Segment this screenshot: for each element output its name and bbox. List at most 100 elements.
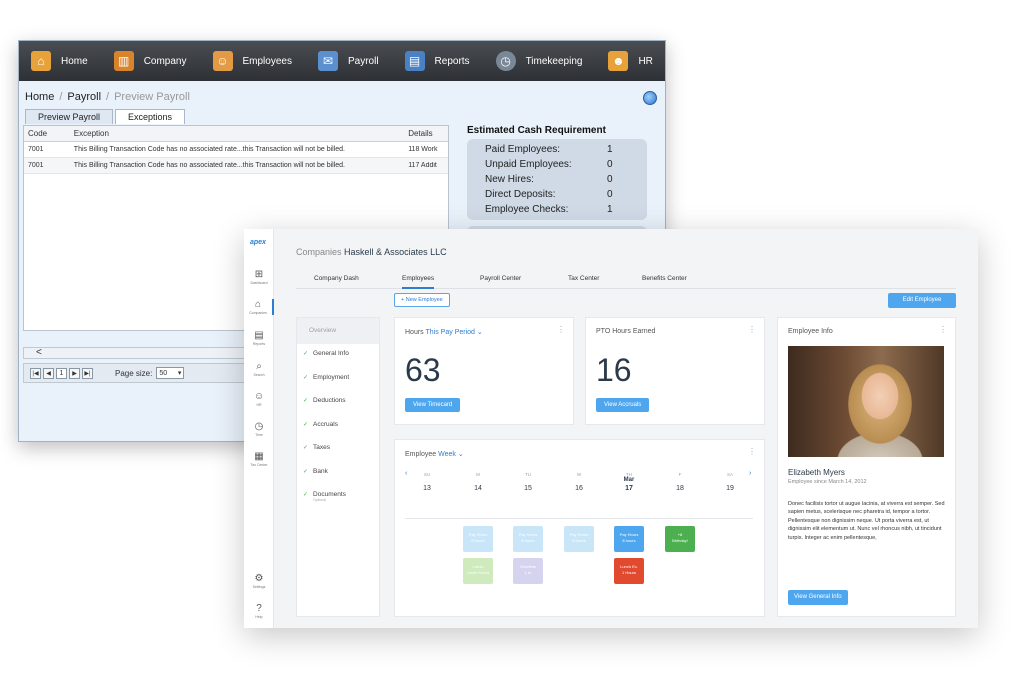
chevron-right-icon[interactable]: › <box>749 470 751 477</box>
view-timecard-button[interactable]: View Timecard <box>405 398 461 412</box>
check-icon: ✓ <box>303 492 309 498</box>
calendar-day[interactable]: TU 15 <box>513 472 543 492</box>
tab-exceptions[interactable]: Exceptions <box>115 109 186 124</box>
tab-payroll-center[interactable]: Payroll Center <box>480 275 521 282</box>
employee-photo <box>788 346 944 457</box>
calendar-day[interactable]: SU 13 <box>412 472 442 492</box>
calendar-event[interactable]: Overtime 1 hr <box>513 558 543 584</box>
nav-company[interactable]: ▥ Company <box>113 51 187 71</box>
sidebar-item-companies[interactable]: ⌂ Companies <box>244 299 274 315</box>
sidebar-item-dashboard[interactable]: ⊞ Dashboard <box>244 269 274 285</box>
nav-hr[interactable]: ☻ HR <box>608 51 653 71</box>
step-general-info[interactable]: ✓ General Info <box>297 344 379 368</box>
new-employee-button[interactable]: + New Employee <box>394 293 450 307</box>
chevron-down-icon: ▾ <box>177 370 182 377</box>
step-documents[interactable]: ✓ Documents Optional <box>297 485 379 509</box>
apex-logo[interactable]: apex <box>250 239 266 246</box>
sidebar-item-search[interactable]: ⌕ Search <box>244 361 274 377</box>
cell-exception: This Billing Transaction Code has no ass… <box>73 162 345 169</box>
next-page-icon[interactable]: ▶ <box>69 367 80 379</box>
clock-icon: ◷ <box>495 51 516 71</box>
page-number[interactable]: 1 <box>56 367 67 379</box>
calendar-event[interactable]: Lunch Ex. 1 Hours <box>614 558 644 584</box>
calendar-day[interactable]: W 16 <box>564 472 594 492</box>
calendar-event[interactable]: +8 Birthday! <box>665 526 695 552</box>
breadcrumb-home[interactable]: Home <box>25 91 54 103</box>
people-icon: ☺ <box>212 51 233 71</box>
nav-reports[interactable]: ▤ Reports <box>404 51 470 71</box>
sidebar-item-help[interactable]: ? Help <box>244 603 274 619</box>
view-general-info-button[interactable]: View General Info <box>788 590 848 605</box>
sidebar-item-settings[interactable]: ⚙ Settings <box>244 573 274 589</box>
sidebar-item-time[interactable]: ◷ Time <box>244 421 274 437</box>
calendar-event[interactable]: Pay Hours 8 hours <box>463 526 493 552</box>
step-bank[interactable]: ✓ Bank <box>297 462 379 486</box>
header-details[interactable]: Details <box>404 129 448 138</box>
employee-week-card: Employee Week ⌄ ⋮ ‹ › SU 13 M 14 TU 15 W 16 … <box>394 439 765 617</box>
chevron-left-icon[interactable]: ‹ <box>405 470 407 477</box>
sidebar-item-tax-center[interactable]: ▦ Tax Center <box>244 451 274 467</box>
more-menu-icon[interactable]: ⋮ <box>748 325 756 334</box>
check-icon: ✓ <box>303 468 309 475</box>
more-menu-icon[interactable]: ⋮ <box>748 447 756 456</box>
grid-header: Code Exception Details <box>24 126 448 142</box>
calendar-day[interactable]: M 14 <box>463 472 493 492</box>
cell-details: 117 Addit <box>408 162 437 169</box>
tab-employees[interactable]: Employees <box>402 275 435 289</box>
breadcrumb: Home / Payroll / Preview Payroll <box>25 91 190 103</box>
edit-employee-button[interactable]: Edit Employee <box>888 293 956 308</box>
tab-preview-payroll[interactable]: Preview Payroll <box>25 109 114 124</box>
calendar-event[interactable]: Pay Hours 8 hours <box>564 526 594 552</box>
check-icon: ✓ <box>303 398 309 404</box>
table-row[interactable]: 7001 This Billing Transaction Code has n… <box>24 142 448 158</box>
pto-card: PTO Hours Earned ⋮ 16 View Accruals <box>585 317 765 425</box>
prev-page-icon[interactable]: ◀ <box>43 367 54 379</box>
step-accruals[interactable]: ✓ Accruals <box>297 415 379 439</box>
main-content: Companies Haskell & Associates LLC Compa… <box>274 229 978 628</box>
step-employment[interactable]: ✓ Employment <box>297 368 379 392</box>
table-row[interactable]: 7001 This Billing Transaction Code has n… <box>24 158 448 174</box>
tax-icon: ▦ <box>254 451 264 462</box>
page-size-label: Page size: <box>115 368 153 378</box>
step-overview[interactable]: Overview <box>297 318 379 344</box>
tab-company-dash[interactable]: Company Dash <box>314 275 359 282</box>
calendar-event[interactable]: Pay Hours 8 hours <box>513 526 543 552</box>
week-dropdown[interactable]: Week ⌄ <box>438 451 464 458</box>
cash-row: Employee Checks: 1 <box>485 204 613 215</box>
calendar-event[interactable]: Lunch Lunch Hours <box>463 558 493 584</box>
calendar-event[interactable]: Pay Hours 8 hours <box>614 526 644 552</box>
nav-home[interactable]: ⌂ Home <box>31 51 88 71</box>
calendar-day[interactable]: F 18 <box>665 472 695 492</box>
cell-exception: This Billing Transaction Code has no ass… <box>73 146 345 153</box>
breadcrumb-payroll[interactable]: Payroll <box>67 91 101 103</box>
first-page-icon[interactable]: |◀ <box>30 367 41 379</box>
sidebar-item-hr[interactable]: ☺ HR <box>244 391 274 407</box>
pay-period-dropdown[interactable]: This Pay Period ⌄ <box>426 329 483 336</box>
tab-tax-center[interactable]: Tax Center <box>568 275 599 282</box>
scroll-left-icon[interactable]: < <box>36 347 42 358</box>
header-exception[interactable]: Exception <box>70 129 404 138</box>
nav-timekeeping[interactable]: ◷ Timekeeping <box>495 51 582 71</box>
nav-employees[interactable]: ☺ Employees <box>212 51 292 71</box>
sidebar-item-reports[interactable]: ▤ Reports <box>244 330 274 346</box>
header-code[interactable]: Code <box>24 129 70 138</box>
nav-payroll[interactable]: ✉ Payroll <box>317 51 379 71</box>
globe-icon[interactable] <box>643 91 657 105</box>
more-menu-icon[interactable]: ⋮ <box>939 325 947 334</box>
help-icon: ? <box>256 603 262 614</box>
payroll-icon: ✉ <box>317 51 338 71</box>
page-size-select[interactable]: 50 ▾ <box>156 367 185 379</box>
step-taxes[interactable]: ✓ Taxes <box>297 438 379 462</box>
breadcrumb-current: Preview Payroll <box>114 91 190 103</box>
tab-benefits-center[interactable]: Benefits Center <box>642 275 687 282</box>
calendar-day-selected[interactable]: TH Mar 17 <box>614 472 644 492</box>
step-deductions[interactable]: ✓ Deductions <box>297 391 379 415</box>
view-accruals-button[interactable]: View Accruals <box>596 398 650 412</box>
last-page-icon[interactable]: ▶| <box>82 367 93 379</box>
cash-requirement-panel: Estimated Cash Requirement Paid Employee… <box>467 125 647 238</box>
more-menu-icon[interactable]: ⋮ <box>557 325 565 334</box>
pto-title: PTO Hours Earned <box>596 328 656 335</box>
search-icon: ⌕ <box>256 361 262 372</box>
hours-title: Hours This Pay Period ⌄ <box>405 329 483 336</box>
calendar-day[interactable]: SA 19 <box>715 472 745 492</box>
